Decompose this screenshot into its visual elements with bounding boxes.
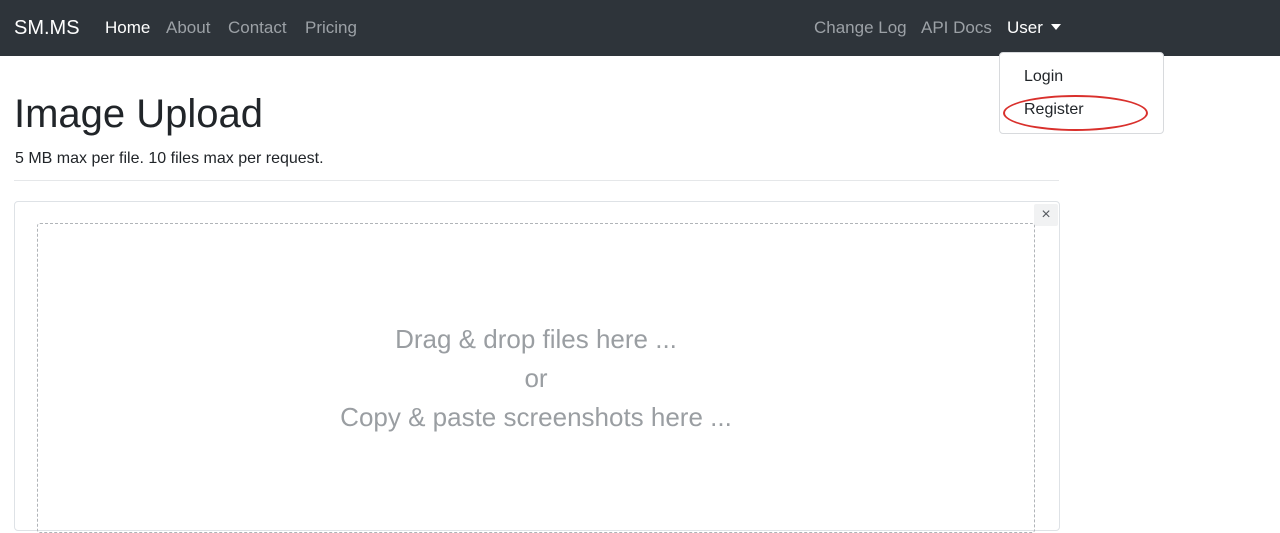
dropdown-item-login[interactable]: Login (1024, 66, 1063, 88)
user-dropdown-menu: Login Register (999, 52, 1164, 134)
nav-pricing[interactable]: Pricing (305, 16, 357, 40)
top-navbar: SM.MS Home About Contact Pricing Change … (0, 0, 1280, 56)
close-button[interactable]: × (1034, 204, 1058, 226)
nav-api-docs[interactable]: API Docs (921, 16, 992, 40)
drop-zone-text-drag: Drag & drop files here ... (395, 324, 677, 354)
brand-logo[interactable]: SM.MS (14, 14, 80, 42)
upload-limits-text: 5 MB max per file. 10 files max per requ… (15, 150, 324, 167)
drop-zone-text-paste: Copy & paste screenshots here ... (340, 402, 732, 432)
nav-change-log[interactable]: Change Log (814, 16, 907, 40)
nav-about[interactable]: About (166, 16, 210, 40)
nav-home[interactable]: Home (105, 16, 150, 40)
page-title: Image Upload (14, 92, 264, 136)
nav-contact[interactable]: Contact (228, 16, 287, 40)
divider (14, 180, 1059, 181)
user-label: User (1007, 18, 1043, 37)
user-dropdown-toggle[interactable]: User (1007, 16, 1061, 40)
drop-zone-text-or: or (524, 363, 548, 393)
dropdown-item-register[interactable]: Register (1024, 99, 1084, 121)
caret-down-icon (1050, 24, 1061, 30)
